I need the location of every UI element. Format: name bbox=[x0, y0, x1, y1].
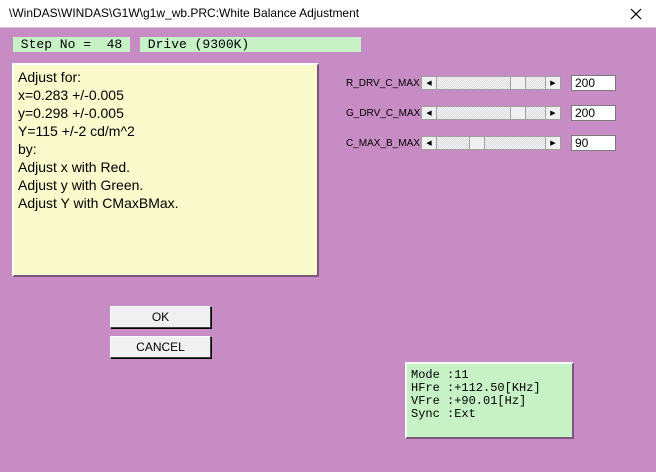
step-number-display: Step No = 48 bbox=[13, 37, 130, 52]
slider-g-drv-c-max[interactable]: ◀ ▶ bbox=[421, 106, 561, 120]
instruction-line: Adjust for: bbox=[18, 69, 82, 85]
slider-thumb[interactable] bbox=[469, 137, 486, 149]
close-icon bbox=[630, 8, 642, 19]
scroll-right-arrow-icon[interactable]: ▶ bbox=[545, 77, 560, 89]
scroll-left-arrow-icon[interactable]: ◀ bbox=[422, 107, 437, 119]
cancel-button[interactable]: CANCEL bbox=[110, 336, 211, 358]
instruction-line: by: bbox=[18, 141, 37, 157]
instruction-line: y=0.298 +/-0.005 bbox=[18, 105, 124, 121]
instruction-line: Y=115 +/-2 cd/m^2 bbox=[18, 123, 135, 139]
instruction-line: Adjust y with Green. bbox=[18, 177, 144, 193]
slider-label-c-max-b-max: C_MAX_B_MAX bbox=[346, 138, 420, 149]
slider-r-drv-c-max[interactable]: ◀ ▶ bbox=[421, 76, 561, 90]
slider-thumb[interactable] bbox=[509, 107, 526, 119]
ok-button[interactable]: OK bbox=[110, 306, 211, 328]
scroll-left-arrow-icon[interactable]: ◀ bbox=[422, 137, 437, 149]
scroll-left-arrow-icon[interactable]: ◀ bbox=[422, 77, 437, 89]
slider-label-g-drv-c-max: G_DRV_C_MAX bbox=[346, 108, 421, 119]
slider-thumb[interactable] bbox=[509, 77, 526, 89]
instruction-line: Adjust x with Red. bbox=[18, 159, 131, 175]
dialog-client-area: Step No = 48 Drive (9300K) Adjust for: x… bbox=[0, 28, 656, 472]
close-button[interactable] bbox=[616, 0, 656, 27]
instructions-panel: Adjust for: x=0.283 +/-0.005 y=0.298 +/-… bbox=[12, 63, 319, 277]
status-sync: Sync :Ext bbox=[411, 407, 476, 421]
r-drv-c-max-value-field[interactable]: 200 bbox=[571, 75, 616, 91]
scroll-right-arrow-icon[interactable]: ▶ bbox=[545, 137, 560, 149]
slider-c-max-b-max[interactable]: ◀ ▶ bbox=[421, 136, 561, 150]
scroll-right-arrow-icon[interactable]: ▶ bbox=[545, 107, 560, 119]
title-bar: \WinDAS\WINDAS\G1W\g1w_wb.PRC:White Bala… bbox=[0, 0, 656, 28]
slider-label-r-drv-c-max: R_DRV_C_MAX bbox=[346, 78, 420, 89]
instruction-line: Adjust Y with CMaxBMax. bbox=[18, 195, 179, 211]
instruction-line: x=0.283 +/-0.005 bbox=[18, 87, 124, 103]
g-drv-c-max-value-field[interactable]: 200 bbox=[571, 105, 616, 121]
c-max-b-max-value-field[interactable]: 90 bbox=[571, 135, 616, 151]
drive-display: Drive (9300K) bbox=[140, 37, 361, 52]
signal-status-panel: Mode :11 HFre :+112.50[KHz] VFre :+90.01… bbox=[405, 362, 574, 439]
window-title: \WinDAS\WINDAS\G1W\g1w_wb.PRC:White Bala… bbox=[9, 6, 360, 20]
